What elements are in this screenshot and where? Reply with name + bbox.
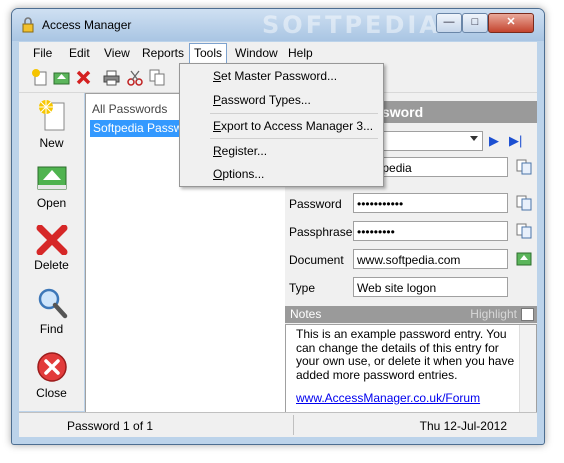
- delete-x-icon: [36, 225, 67, 255]
- menu-item-text: assword Types...: [221, 93, 311, 107]
- menu-bar: File Edit View Reports Tools Window Help: [19, 42, 537, 64]
- highlight-checkbox[interactable]: [521, 308, 534, 321]
- type-field[interactable]: Web site logon: [353, 277, 508, 297]
- menu-file[interactable]: File: [33, 46, 52, 60]
- sidebar-delete-button[interactable]: Delete: [19, 225, 84, 272]
- close-circle-icon: [36, 352, 67, 382]
- menu-item-text: ptions...: [222, 167, 265, 181]
- menu-item-text: egister...: [221, 144, 268, 158]
- accel-key: S: [213, 69, 222, 83]
- menu-item-text: xport to Access Manager 3...: [221, 119, 374, 133]
- menu-item-export[interactable]: Export to Access Manager 3...: [213, 119, 373, 133]
- menu-separator: [210, 138, 378, 139]
- notes-scrollbar[interactable]: [519, 325, 536, 412]
- new-icon[interactable]: [31, 69, 48, 86]
- notes-header: Notes Highlight: [285, 306, 537, 323]
- maximize-button[interactable]: □: [462, 13, 488, 33]
- highlight-label: Highlight: [470, 307, 517, 321]
- open-icon[interactable]: [53, 69, 70, 86]
- next-icon[interactable]: ▶: [489, 133, 499, 149]
- watermark: SOFTPEDIA: [262, 11, 441, 39]
- print-icon[interactable]: [103, 69, 120, 86]
- delete-icon[interactable]: [75, 69, 92, 86]
- notes-link[interactable]: www.AccessManager.co.uk/Forum: [296, 391, 480, 405]
- menu-edit[interactable]: Edit: [69, 46, 90, 60]
- sidebar-new-button[interactable]: New: [19, 99, 84, 150]
- magnifier-icon: [38, 288, 67, 319]
- copy-passphrase-icon[interactable]: [516, 223, 532, 239]
- open-document-icon[interactable]: [516, 251, 532, 267]
- menu-item-options[interactable]: Options...: [213, 167, 264, 181]
- window-title: Access Manager: [42, 18, 132, 32]
- notes-text: This is an example password entry. You c…: [296, 327, 515, 382]
- sidebar-open-button[interactable]: Open: [19, 163, 84, 210]
- tools-dropdown-menu: Set Master Password... Password Types...…: [179, 63, 384, 187]
- passphrase-field[interactable]: •••••••••: [353, 221, 508, 241]
- sidebar: New Open Delete Find Close: [19, 93, 84, 411]
- status-bar: Password 1 of 1 Thu 12-Jul-2012: [19, 412, 537, 437]
- menu-tools[interactable]: Tools: [189, 43, 228, 63]
- notes-label: Notes: [290, 307, 322, 321]
- menu-item-register[interactable]: Register...: [213, 144, 267, 158]
- last-icon[interactable]: ▶|: [509, 133, 522, 149]
- lock-app-icon: [22, 17, 34, 33]
- password-field[interactable]: •••••••••••: [353, 193, 508, 213]
- menu-window[interactable]: Window: [235, 46, 278, 60]
- copy-username-icon[interactable]: [516, 159, 532, 175]
- copy-icon[interactable]: [149, 69, 166, 86]
- passphrase-label: Passphrase: [289, 225, 353, 239]
- menu-view[interactable]: View: [104, 46, 130, 60]
- title-bar[interactable]: Access Manager SOFTPEDIA — □ ✕: [12, 9, 544, 41]
- accel-key: E: [213, 119, 222, 133]
- accel-key: R: [213, 144, 222, 158]
- open-folder-icon: [37, 166, 66, 190]
- sidebar-new-label: New: [39, 136, 64, 150]
- menu-separator: [210, 113, 378, 114]
- menu-item-password-types[interactable]: Password Types...: [213, 93, 311, 107]
- accel-key: O: [213, 167, 223, 181]
- chevron-down-icon[interactable]: [470, 136, 478, 141]
- notes-textarea[interactable]: This is an example password entry. You c…: [285, 324, 537, 413]
- sidebar-find-button[interactable]: Find: [19, 287, 84, 336]
- close-button[interactable]: ✕: [488, 13, 534, 33]
- document-label: Document: [289, 253, 344, 267]
- sidebar-close-button[interactable]: Close: [19, 351, 84, 400]
- menu-help[interactable]: Help: [288, 46, 313, 60]
- type-label: Type: [289, 281, 316, 295]
- list-header: All Passwords: [92, 102, 168, 116]
- status-divider: [293, 415, 294, 435]
- status-date: Thu 12-Jul-2012: [419, 419, 507, 433]
- status-position: Password 1 of 1: [67, 419, 154, 433]
- minimize-button[interactable]: —: [436, 13, 462, 33]
- accel-key: P: [213, 93, 222, 107]
- password-label: Password: [289, 197, 342, 211]
- cut-icon[interactable]: [127, 69, 144, 86]
- sidebar-find-label: Find: [39, 322, 64, 336]
- sidebar-close-label: Close: [36, 386, 67, 400]
- menu-item-set-master-password[interactable]: Set Master Password...: [213, 69, 337, 83]
- sidebar-open-label: Open: [36, 196, 67, 210]
- menu-item-text: et Master Password...: [221, 69, 338, 83]
- document-field[interactable]: www.softpedia.com: [353, 249, 508, 269]
- copy-password-icon[interactable]: [516, 195, 532, 211]
- sidebar-delete-label: Delete: [34, 258, 69, 272]
- menu-reports[interactable]: Reports: [142, 46, 184, 60]
- new-document-icon: [38, 100, 64, 131]
